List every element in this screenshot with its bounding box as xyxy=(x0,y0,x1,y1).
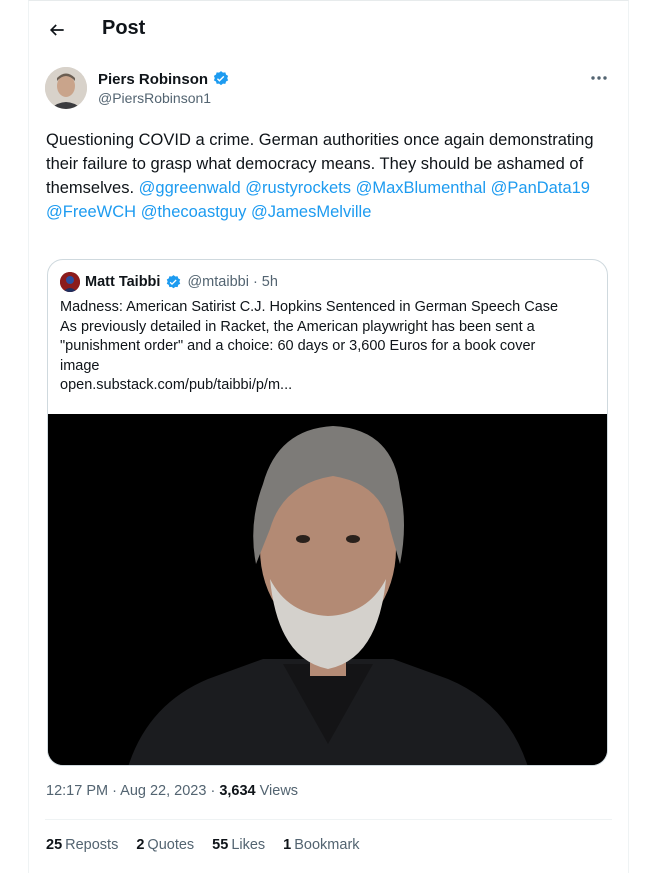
quoted-link[interactable]: open.substack.com/pub/taibbi/p/m... xyxy=(60,376,595,396)
quotes-stat[interactable]: 2 Quotes xyxy=(136,837,194,853)
page-title: Post xyxy=(102,17,146,39)
mention-link[interactable]: @MaxBlumenthal xyxy=(356,179,486,197)
author-name-text: Piers Robinson xyxy=(98,70,209,88)
quoted-avatar-image xyxy=(60,272,80,292)
mention-link[interactable]: @ggreenwald xyxy=(139,179,241,197)
tweet-text: Questioning COVID a crime. German author… xyxy=(46,128,606,224)
engagement-stats: 25 Reposts 2 Quotes 55 Likes 1 Bookmark xyxy=(46,837,360,853)
back-button[interactable] xyxy=(41,14,73,46)
bookmarks-stat[interactable]: 1 Bookmark xyxy=(283,837,359,853)
quoted-post-header: Matt Taibbi @mtaibbi · 5h xyxy=(60,272,278,292)
author-name[interactable]: Piers Robinson xyxy=(98,70,230,88)
quoted-post-card[interactable]: Matt Taibbi @mtaibbi · 5h Madness: Ameri… xyxy=(47,259,608,766)
quoted-avatar[interactable] xyxy=(60,272,80,292)
quoted-author-name: Matt Taibbi xyxy=(85,274,161,290)
mention-link[interactable]: @PanData19 xyxy=(491,179,590,197)
quoted-line: image xyxy=(60,357,100,374)
quotes-count: 2 xyxy=(136,837,145,853)
views-count: 3,634 xyxy=(219,783,256,799)
bookmarks-label: Bookmark xyxy=(294,837,360,853)
author-row: Piers Robinson @PiersRobinson1 xyxy=(45,67,615,113)
post-meta: 12:17 PM · Aug 22, 2023 · 3,634 Views xyxy=(46,783,298,799)
quoted-line: "punishment order" and a choice: 60 days… xyxy=(60,338,536,354)
reposts-stat[interactable]: 25 Reposts xyxy=(46,837,118,853)
portrait-photo xyxy=(48,414,607,765)
views-label: Views xyxy=(255,783,299,799)
quoted-media-image[interactable] xyxy=(48,414,607,765)
quoted-line: Madness: American Satirist C.J. Hopkins … xyxy=(60,299,559,315)
mention-link[interactable]: @FreeWCH xyxy=(46,203,136,221)
mention-link[interactable]: @thecoastguy xyxy=(141,203,247,221)
quoted-line: As previously detailed in Racket, the Am… xyxy=(60,318,535,335)
verified-badge-icon xyxy=(167,274,181,288)
post-detail-frame: Post Piers Robinson @PiersRobinson1 Ques… xyxy=(28,0,629,873)
verified-badge-icon xyxy=(213,71,229,86)
more-icon xyxy=(591,76,607,80)
header: Post xyxy=(29,1,628,57)
author-handle: @PiersRobinson1 xyxy=(98,90,212,106)
likes-label: Likes xyxy=(231,837,266,853)
likes-stat[interactable]: 55 Likes xyxy=(212,837,265,853)
reposts-count: 25 xyxy=(46,837,63,853)
quotes-label: Quotes xyxy=(147,837,195,853)
more-button[interactable] xyxy=(583,67,615,89)
avatar[interactable] xyxy=(45,67,87,109)
quoted-handle-time: @mtaibbi · 5h xyxy=(187,274,278,290)
divider xyxy=(45,819,612,820)
mention-link[interactable]: @JamesMelville xyxy=(251,203,371,221)
post-timestamp[interactable]: 12:17 PM · Aug 22, 2023 · xyxy=(46,783,219,799)
likes-count: 55 xyxy=(212,837,229,853)
mention-link[interactable]: @rustyrockets xyxy=(245,179,351,197)
reposts-label: Reposts xyxy=(65,837,119,853)
back-arrow-icon xyxy=(49,24,64,36)
quoted-text: Madness: American Satirist C.J. Hopkins … xyxy=(60,298,595,396)
avatar-image xyxy=(45,67,87,109)
bookmarks-count: 1 xyxy=(283,837,292,853)
